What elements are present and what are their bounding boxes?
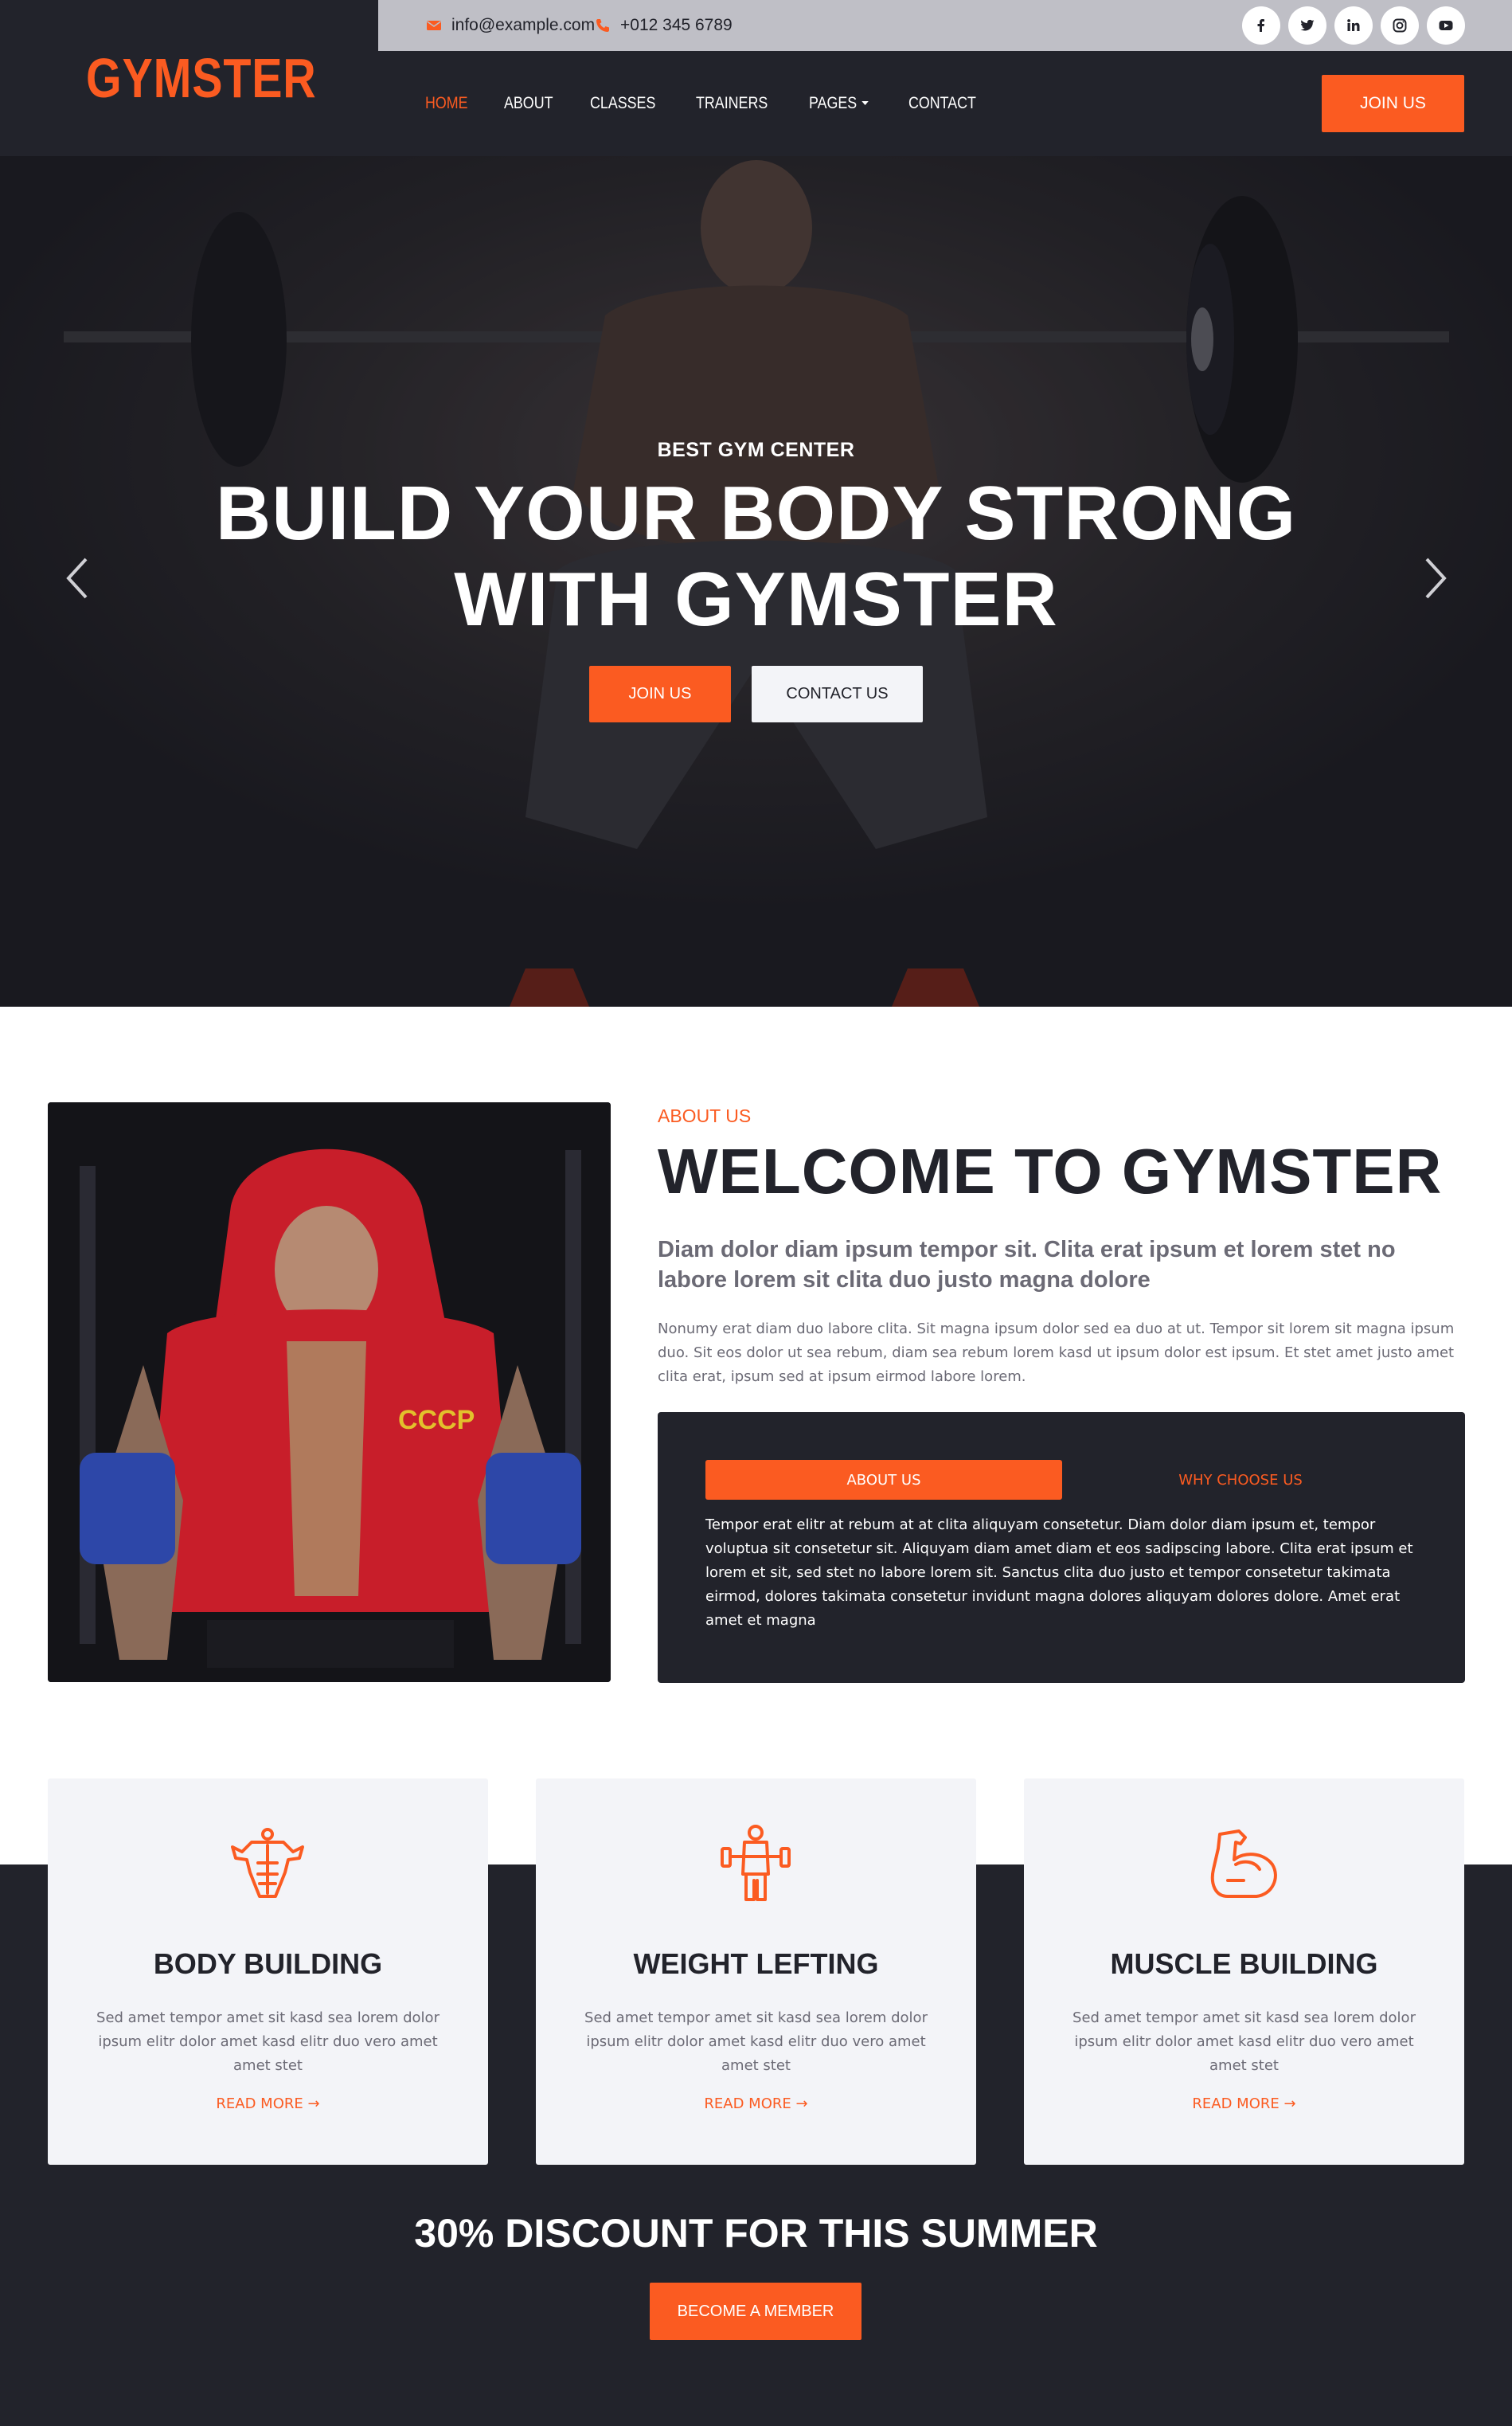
nav-classes[interactable]: CLASSES: [590, 94, 655, 113]
service-title: MUSCLE BUILDING: [1110, 1947, 1378, 1980]
about-tabs: ABOUT US WHY CHOOSE US Tempor erat elitr…: [658, 1412, 1465, 1683]
email-contact[interactable]: info@example.com: [426, 16, 595, 35]
hero-title-line2: WITH GYMSTER: [454, 557, 1058, 642]
facebook-link[interactable]: [1242, 6, 1280, 45]
facebook-icon: [1257, 19, 1264, 32]
youtube-icon: [1439, 21, 1453, 30]
carousel-prev-icon[interactable]: [62, 554, 94, 602]
logo[interactable]: GYMSTER: [86, 46, 317, 110]
caret-down-icon: [861, 101, 869, 105]
about-label: ABOUT US: [658, 1105, 752, 1126]
instagram-icon: [1393, 18, 1407, 33]
nav-home[interactable]: HOME: [425, 94, 468, 113]
twitter-link[interactable]: [1288, 6, 1326, 45]
main-nav: HOME ABOUT CLASSES TRAINERS PAGES CONTAC…: [425, 94, 1017, 113]
svg-text:CCCP: CCCP: [398, 1405, 475, 1435]
body-building-icon: [231, 1828, 304, 1898]
service-card-weight-lifting: WEIGHT LEFTING Sed amet tempor amet sit …: [536, 1778, 976, 2165]
about-lead: Diam dolor diam ipsum tempor sit. Clita …: [658, 1237, 1396, 1293]
nav-pages[interactable]: PAGES: [809, 94, 869, 113]
nav-trainers[interactable]: TRAINERS: [696, 94, 768, 113]
top-bar: info@example.com +012 345 6789: [378, 0, 1512, 51]
phone-text: +012 345 6789: [620, 16, 733, 34]
linkedin-link[interactable]: [1334, 6, 1373, 45]
tab-about-us[interactable]: ABOUT US: [705, 1460, 1062, 1500]
about-text: Nonumy erat diam duo labore clita. Sit m…: [658, 1321, 1455, 1385]
service-text: Sed amet tempor amet sit kasd sea lorem …: [96, 2009, 440, 2074]
read-more-link[interactable]: READ MORE →: [48, 2095, 488, 2112]
tab-why-choose-us[interactable]: WHY CHOOSE US: [1062, 1460, 1419, 1500]
service-text: Sed amet tempor amet sit kasd sea lorem …: [584, 2009, 928, 2074]
hero-carousel: BEST GYM CENTER BUILD YOUR BODY STRONG W…: [0, 156, 1512, 1007]
discount-title: 30% DISCOUNT FOR THIS SUMMER: [414, 2211, 1098, 2256]
service-title: WEIGHT LEFTING: [633, 1947, 879, 1980]
service-card-muscle-building: MUSCLE BUILDING Sed amet tempor amet sit…: [1024, 1778, 1464, 2165]
service-title: BODY BUILDING: [153, 1947, 383, 1980]
site-header: GYMSTER info@example.com +012 345 6789 H…: [0, 0, 1512, 156]
linkedin-icon: [1347, 19, 1360, 31]
read-more-link[interactable]: READ MORE →: [536, 2095, 976, 2112]
bodybuilder-photo: CCCP: [48, 1102, 611, 1682]
service-card-body-building: BODY BUILDING Sed amet tempor amet sit k…: [48, 1778, 488, 2165]
envelope-icon: [427, 21, 441, 30]
hero-join-button[interactable]: JOIN US: [589, 666, 731, 722]
youtube-link[interactable]: [1427, 6, 1465, 45]
email-text: info@example.com: [451, 16, 596, 34]
phone-icon: [596, 19, 609, 32]
tab-content: Tempor erat elitr at rebum at at clita a…: [705, 1516, 1413, 1629]
about-title: WELCOME TO GYMSTER: [658, 1136, 1443, 1207]
hero-contact-button[interactable]: CONTACT US: [752, 666, 923, 722]
join-button[interactable]: JOIN US: [1322, 75, 1464, 132]
nav-about[interactable]: ABOUT: [504, 94, 553, 113]
read-more-link[interactable]: READ MORE →: [1024, 2095, 1464, 2112]
carousel-next-icon[interactable]: [1419, 554, 1451, 602]
hero-title-line1: BUILD YOUR BODY STRONG: [215, 471, 1297, 556]
hero-title: BUILD YOUR BODY STRONG WITH GYMSTER: [0, 471, 1512, 643]
about-image: CCCP: [48, 1102, 611, 1682]
nav-contact[interactable]: CONTACT: [908, 94, 976, 113]
muscle-arm-icon: [1210, 1829, 1277, 1898]
become-member-button[interactable]: BECOME A MEMBER: [650, 2283, 861, 2340]
service-text: Sed amet tempor amet sit kasd sea lorem …: [1072, 2009, 1416, 2074]
phone-contact[interactable]: +012 345 6789: [595, 16, 733, 35]
twitter-icon: [1300, 19, 1315, 31]
hero-subtitle: BEST GYM CENTER: [657, 439, 855, 461]
nav-pages-label: PAGES: [809, 94, 858, 112]
weight-lifting-icon: [721, 1825, 791, 1901]
instagram-link[interactable]: [1381, 6, 1419, 45]
